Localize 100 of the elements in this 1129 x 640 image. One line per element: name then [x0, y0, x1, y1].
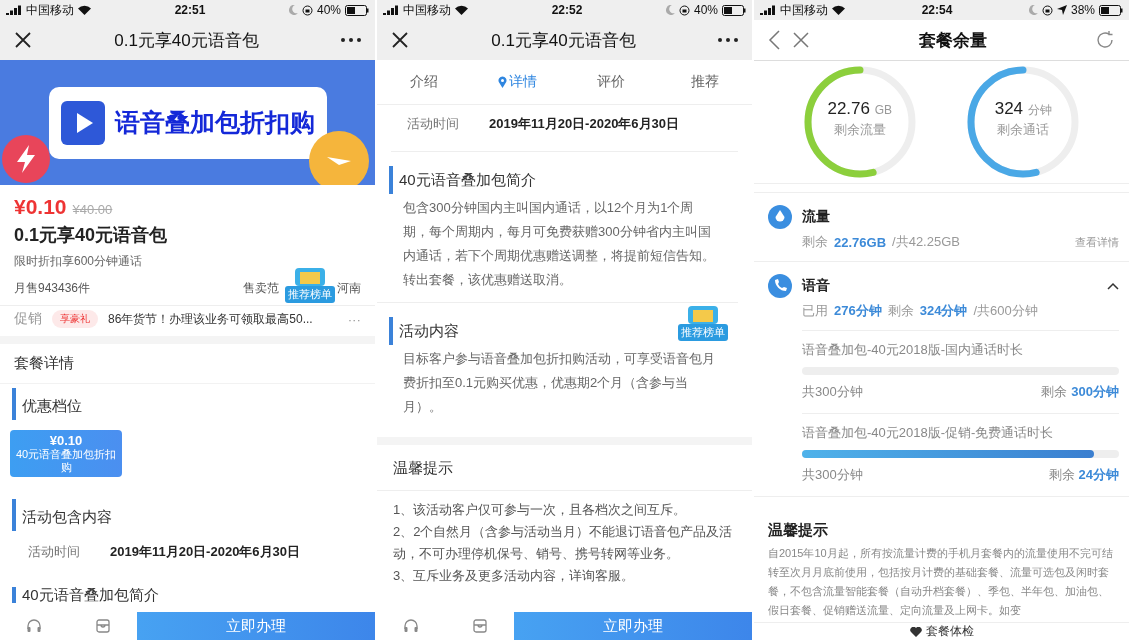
- usage-label: /共42.25GB: [892, 233, 960, 251]
- tab[interactable]: 详情: [470, 60, 565, 104]
- clock-time: 22:51: [174, 3, 206, 17]
- section-paragraph: 包含300分钟国内主叫国内通话，以12个月为1个周期，每个周期内，每月可免费获赠300分钟省内主叫国内通话，若下个周期优惠赠送调整，将提前短信告知。转出套餐，该优惠赠送取消。: [402, 199, 716, 289]
- usage-label: 剩余: [887, 302, 914, 320]
- carrier-name: 中国移动: [26, 1, 74, 19]
- tab[interactable]: 评价: [564, 60, 659, 104]
- sales-range-text: 售卖范: [243, 280, 279, 297]
- tips-title: 温馨提示: [767, 520, 829, 540]
- tier-option[interactable]: ¥0.10 40元语音叠加包折扣购: [10, 430, 122, 477]
- tab[interactable]: 推荐: [658, 60, 752, 104]
- section-header: 套餐详情: [0, 344, 375, 384]
- banner-title: 语音叠加包折扣购: [114, 107, 315, 138]
- monthly-sales: 月售943436件: [14, 280, 91, 297]
- battery-icon: [722, 4, 746, 16]
- carrier-name: 中国移动: [780, 1, 828, 19]
- signal-icon: [383, 5, 399, 15]
- clock-time: 22:54: [921, 3, 953, 17]
- carrier-name: 中国移动: [403, 1, 451, 19]
- battery-icon: [345, 4, 369, 16]
- play-icon: [60, 100, 105, 145]
- tip-text: 3、互斥业务及更多活动内容，详询客服。: [393, 567, 636, 585]
- usage-value: 22.76GB: [834, 234, 887, 250]
- sale-price: ¥0.10: [14, 195, 67, 219]
- headset-icon: [403, 618, 420, 634]
- section-heading: 40元语音叠加包简介: [389, 166, 738, 194]
- product-title: 0.1元享40元语音包: [13, 224, 169, 247]
- page-title: 0.1元享40元语音包: [491, 29, 636, 52]
- view-details-link[interactable]: 查看详情: [1075, 234, 1119, 250]
- refresh-button[interactable]: [1095, 30, 1115, 50]
- package-total: 共300分钟: [802, 466, 863, 484]
- rotation-lock-icon: [678, 4, 690, 16]
- section-paragraph: 目标客户参与语音叠加包折扣购活动，可享受语音包月费折扣至0.1元购买优惠，优惠期2个月（含参与当月）。: [402, 350, 716, 416]
- period-value: 2019年11月20日-2020年6月30日: [110, 543, 301, 561]
- heart-icon: [909, 626, 922, 637]
- wifi-icon: [78, 5, 91, 15]
- more-button[interactable]: ···: [347, 311, 361, 327]
- phone-icon: [768, 274, 792, 298]
- product-subtitle: 限时折扣享600分钟通话: [13, 253, 144, 270]
- apply-now-button[interactable]: 立即办理: [137, 612, 375, 640]
- promo-text: 86年货节！办理该业务可领取最高50...: [108, 310, 314, 328]
- signal-icon: [6, 5, 22, 15]
- gauge-label: 剩余通话: [997, 121, 1050, 139]
- close-button[interactable]: [14, 31, 32, 49]
- promo-label: 促销: [14, 310, 42, 328]
- moon-icon: [665, 5, 675, 15]
- wifi-icon: [832, 5, 845, 15]
- page-title: 0.1元享40元语音包: [114, 29, 259, 52]
- package-name: 语音叠加包-40元2018版-促销-免费通话时长: [802, 424, 1055, 442]
- headset-icon: [26, 618, 43, 634]
- tab[interactable]: 介绍: [377, 60, 471, 104]
- close-button[interactable]: [391, 31, 409, 49]
- signal-icon: [760, 5, 776, 15]
- usage-label: 剩余: [802, 233, 828, 251]
- gauge-value: 22.76 GB: [827, 99, 893, 119]
- rotation-lock-icon: [1041, 4, 1053, 16]
- usage-value: 276分钟: [834, 302, 882, 320]
- original-price: ¥40.00: [72, 202, 113, 217]
- more-button[interactable]: [718, 38, 738, 42]
- usage-value: 300分钟: [1071, 383, 1119, 401]
- usage-title: 流量: [802, 208, 831, 226]
- tip-text: 2、2个自然月（含参与活动当月）不能退订语音包产品及活动，不可办理停机保号、销号、携号转网等业务。: [393, 523, 734, 563]
- package-name: 语音叠加包-40元2018版-国内通话时长: [802, 341, 1025, 359]
- tip-text: 1、该活动客户仅可参与一次，且各档次之间互斥。: [393, 501, 688, 519]
- package-total: 共300分钟: [802, 383, 863, 401]
- checkup-tab[interactable]: 套餐体检: [754, 622, 1129, 640]
- usage-title: 语音: [802, 277, 831, 295]
- usage-value: 324分钟: [919, 302, 968, 320]
- gauge-label: 剩余流量: [833, 121, 886, 139]
- period-label: 活动时间: [28, 543, 80, 561]
- usage-label: 剩余: [1048, 466, 1075, 484]
- battery-percent: 40%: [316, 3, 341, 17]
- ranking-badge[interactable]: 推荐榜单: [285, 266, 335, 303]
- store-icon: [471, 618, 488, 634]
- period-value: 2019年11月20日-2020年6月30日: [489, 115, 680, 133]
- tips-paragraph: 自2015年10月起，所有按流量计费的手机月套餐内的流量使用不完可结转至次月月底前使用，包括按月计费的基础套餐、流量可选包及闲时套餐，不包含流量智能套餐（自动升档套餐）、季包、半年包、加油包、假日套餐、促销赠送流量、定向流量及上网卡。如变: [767, 546, 1114, 618]
- period-label: 活动时间: [407, 115, 459, 133]
- usage-label: /共600分钟: [973, 302, 1038, 320]
- page-title: 套餐余量: [918, 29, 987, 52]
- battery-percent: 38%: [1070, 3, 1095, 17]
- usage-value: 24分钟: [1078, 466, 1119, 484]
- wifi-icon: [455, 5, 468, 15]
- location-pin-icon: [498, 76, 508, 88]
- battery-percent: 40%: [693, 3, 718, 17]
- store-icon: [94, 618, 111, 634]
- ranking-badge[interactable]: 推荐榜单: [678, 304, 728, 341]
- collapse-toggle[interactable]: [1107, 282, 1119, 290]
- gift-tag: 享豪礼: [52, 310, 98, 328]
- water-drop-icon: [768, 205, 792, 229]
- usage-label: 已用: [802, 302, 828, 320]
- clock-time: 22:52: [551, 3, 583, 17]
- back-button[interactable]: [768, 30, 780, 50]
- rotation-lock-icon: [301, 4, 313, 16]
- section-header: 温馨提示: [377, 445, 752, 491]
- more-button[interactable]: [341, 38, 361, 42]
- battery-icon: [1099, 4, 1123, 16]
- apply-now-button[interactable]: 立即办理: [514, 612, 752, 640]
- moon-icon: [1028, 5, 1038, 15]
- sales-range-text: 河南: [337, 280, 361, 297]
- gauge-value: 324 分钟: [994, 99, 1052, 119]
